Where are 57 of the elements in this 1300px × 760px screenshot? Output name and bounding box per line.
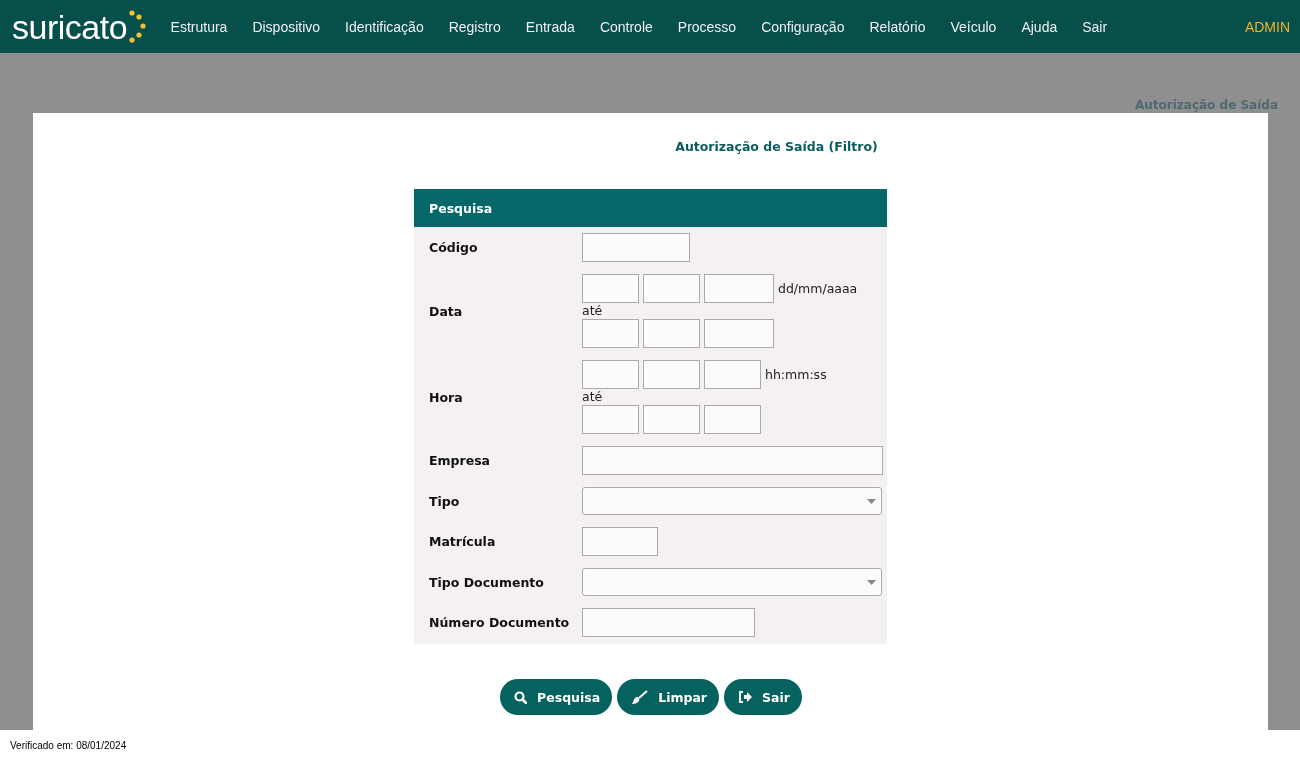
nav-menu-item[interactable]: Controle	[587, 18, 666, 35]
breadcrumb: Autorização de Saída	[1135, 98, 1278, 112]
nav-menu-item[interactable]: Configuração	[748, 18, 857, 35]
nav-menu-item[interactable]: Ajuda	[1008, 18, 1070, 35]
clear-button[interactable]: Limpar	[617, 679, 719, 715]
format-hint: dd/mm/aaaa	[778, 281, 858, 296]
input-field[interactable]	[704, 274, 774, 303]
verification-date: Verificado em: 08/01/2024	[10, 739, 127, 751]
nav-menu-item[interactable]: Sair	[1069, 18, 1120, 35]
dropdown[interactable]	[582, 487, 882, 515]
nav-menu-item[interactable]: Veículo	[937, 18, 1009, 35]
input-field[interactable]	[582, 233, 690, 262]
input-field[interactable]	[704, 360, 761, 389]
input-field[interactable]	[582, 319, 639, 348]
caret-icon	[867, 579, 876, 585]
input-field[interactable]	[582, 405, 639, 434]
input-field[interactable]	[582, 360, 639, 389]
search-button[interactable]: Pesquisa	[500, 679, 613, 715]
nav-menu-item[interactable]: Estrutura	[158, 18, 240, 35]
brush-icon	[631, 689, 649, 705]
search-icon	[514, 690, 528, 704]
user-name[interactable]: ADMIN	[1244, 18, 1290, 35]
caret-icon	[867, 498, 876, 504]
field-label: Empresa	[428, 453, 492, 468]
field-label: Número Documento	[428, 615, 571, 630]
input-field[interactable]	[582, 446, 883, 475]
nav-menu-item[interactable]: Identificação	[332, 18, 437, 35]
sign-out-icon	[738, 691, 752, 703]
field-label: Matrícula	[428, 534, 497, 549]
range-separator: até	[582, 389, 604, 405]
nav-menu-item[interactable]: Dispositivo	[239, 18, 333, 35]
logo-text: suricato	[12, 9, 128, 44]
input-field[interactable]	[704, 319, 774, 348]
nav-menu-item[interactable]: Processo	[665, 18, 749, 35]
input-field[interactable]	[582, 274, 639, 303]
input-field[interactable]	[643, 274, 700, 303]
dropdown[interactable]	[582, 568, 882, 596]
nav-menu-item[interactable]: Entrada	[513, 18, 588, 35]
input-field[interactable]	[582, 527, 658, 556]
field-label: Data	[428, 303, 464, 319]
field-label: Tipo Documento	[428, 574, 545, 590]
input-field[interactable]	[643, 405, 700, 434]
input-field[interactable]	[704, 405, 761, 434]
field-label: Hora	[428, 389, 464, 405]
field-label: Código	[428, 240, 479, 255]
nav-menu-item[interactable]: Relatório	[856, 18, 938, 35]
input-field[interactable]	[643, 319, 700, 348]
field-label: Tipo	[428, 493, 461, 509]
input-field[interactable]	[582, 608, 755, 637]
nav-menu-item[interactable]: Registro	[436, 18, 514, 35]
format-hint: hh:mm:ss	[765, 367, 827, 382]
dots-icon	[128, 8, 147, 45]
panel-header: Pesquisa	[414, 189, 887, 227]
input-field[interactable]	[643, 360, 700, 389]
page-title: Autorização de Saída (Filtro)	[675, 139, 878, 154]
exit-button[interactable]: Sair	[724, 679, 802, 715]
range-separator: até	[582, 303, 604, 319]
